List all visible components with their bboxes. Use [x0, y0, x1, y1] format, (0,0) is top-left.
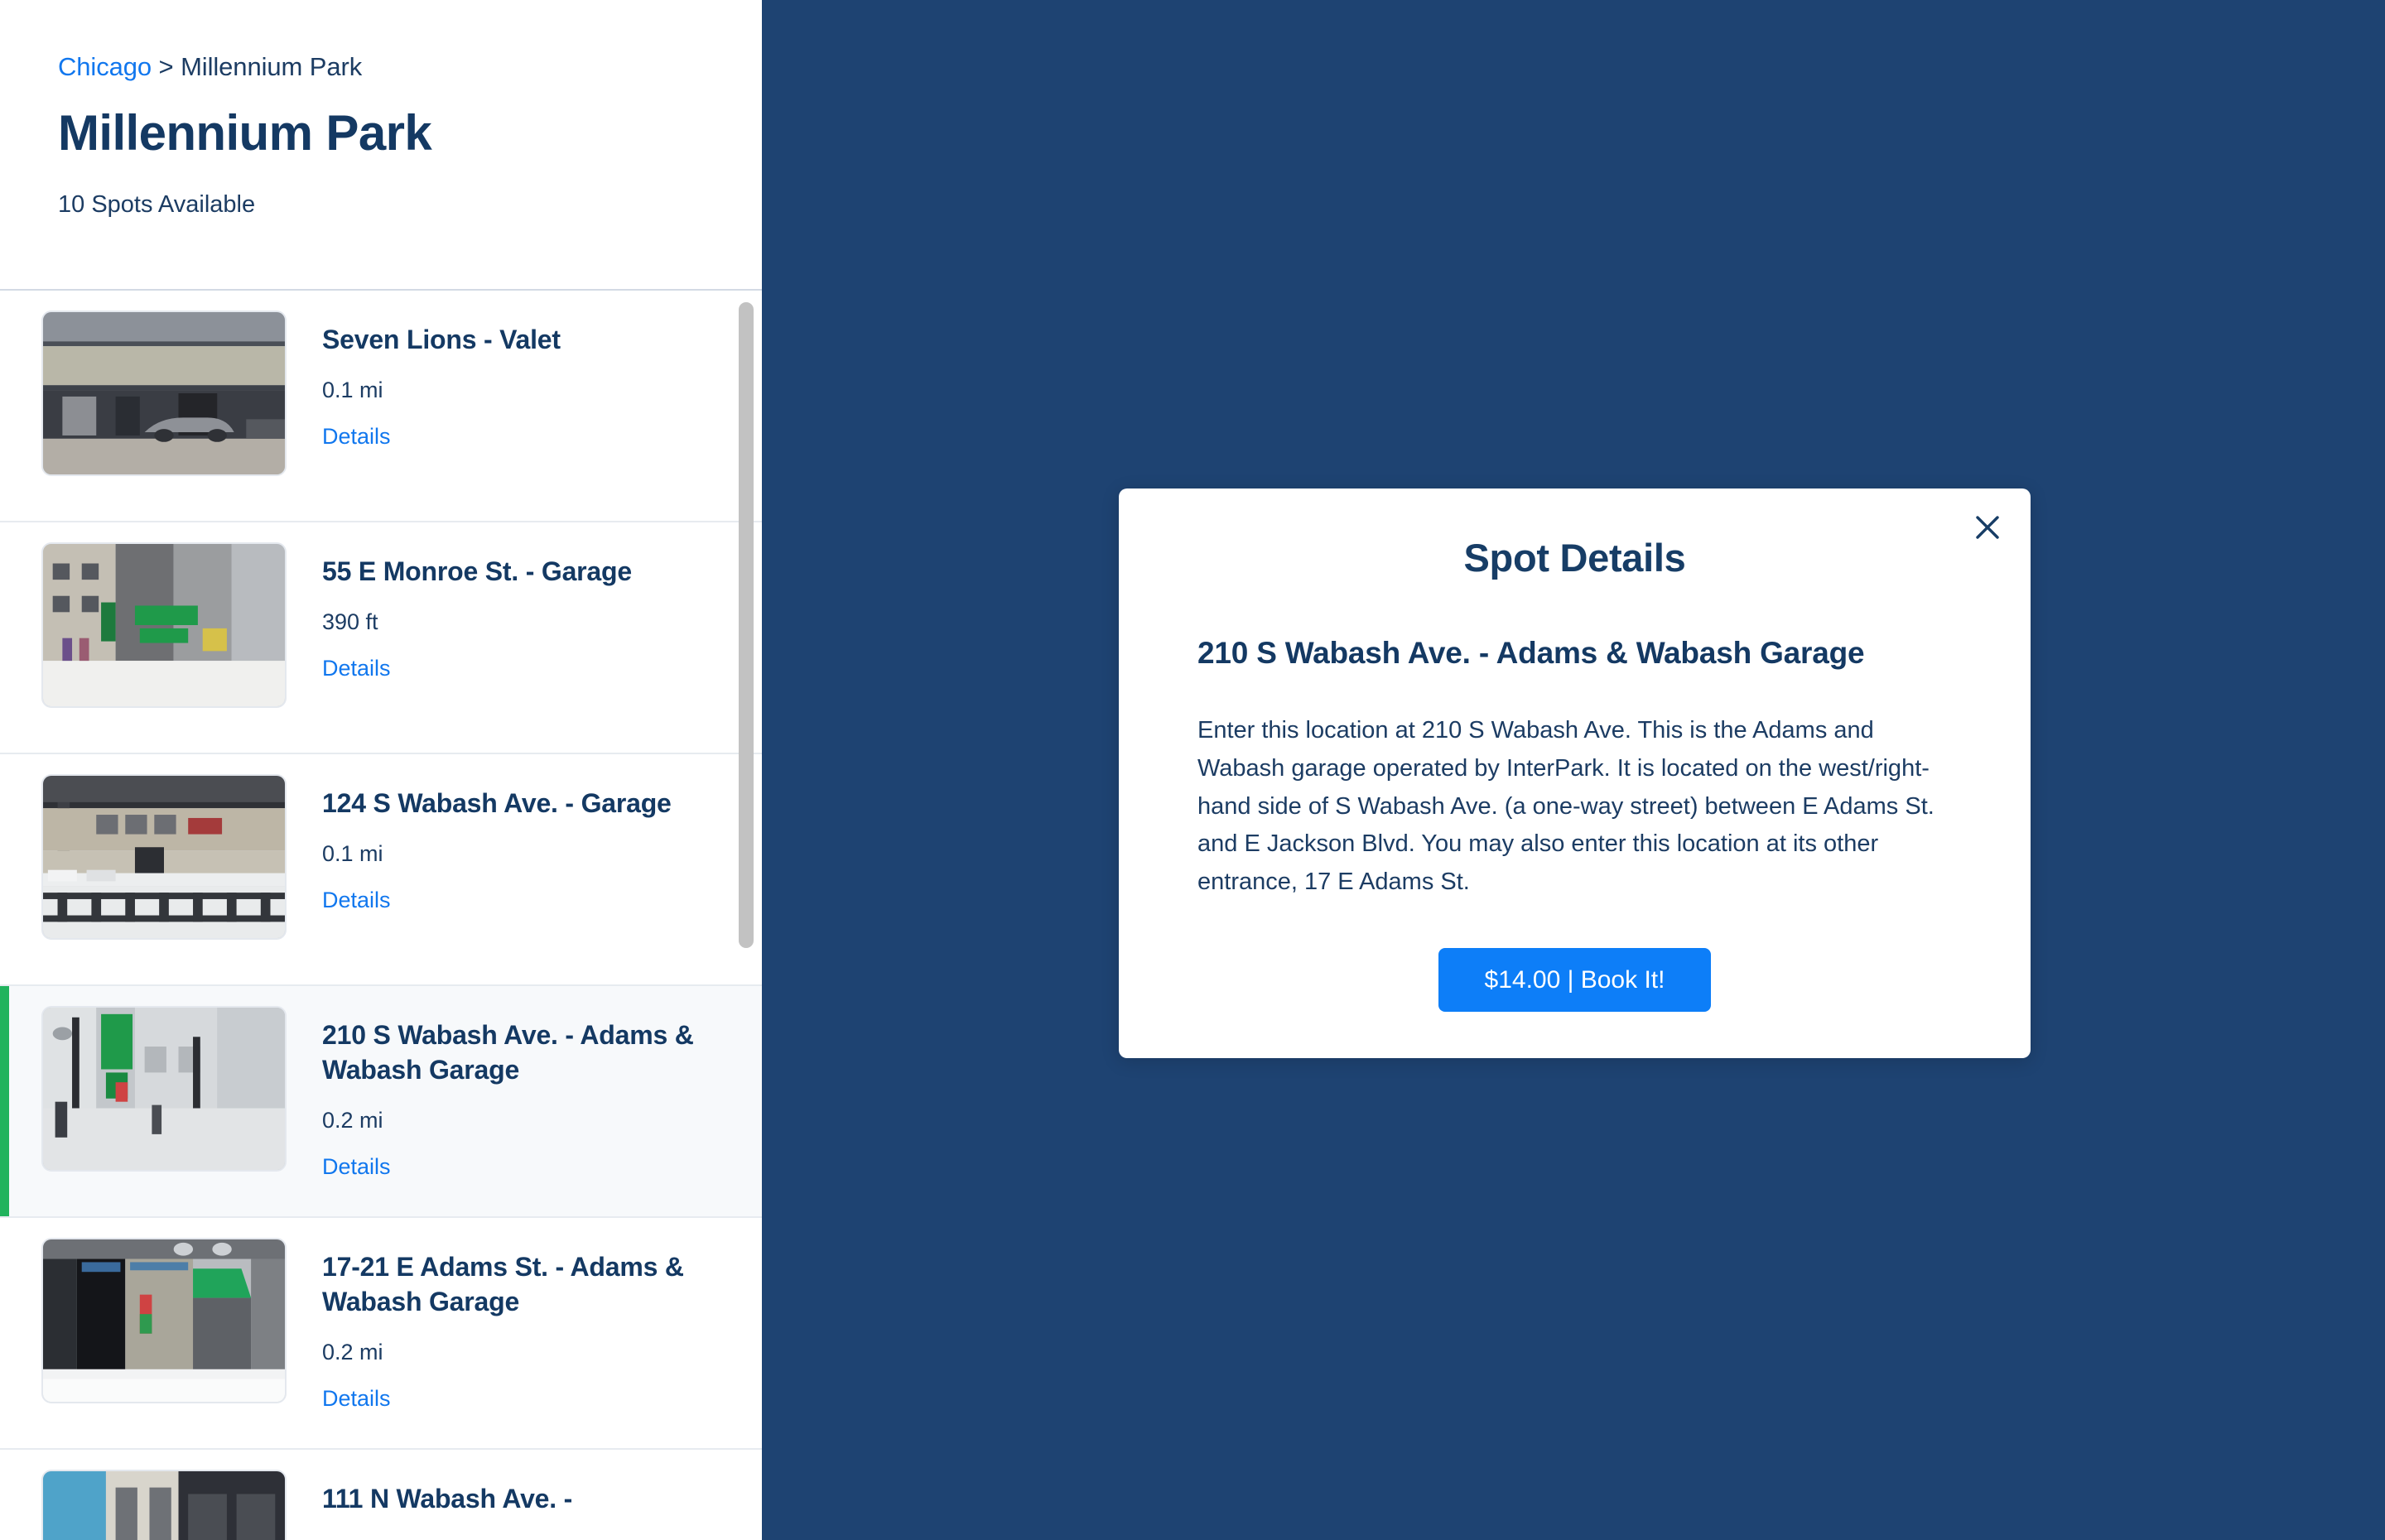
page-title: Millennium Park: [58, 105, 432, 161]
spot-details-link[interactable]: Details: [322, 424, 561, 450]
spot-name: Seven Lions - Valet: [322, 325, 561, 354]
spot-name: 124 S Wabash Ave. - Garage: [322, 788, 672, 818]
breadcrumb-link-chicago[interactable]: Chicago: [58, 52, 152, 81]
spot-thumbnail-image: [41, 310, 287, 476]
map-panel[interactable]: Spot Details 210 S Wabash Ave. - Adams &…: [762, 0, 2385, 1540]
spot-details-link[interactable]: Details: [322, 1154, 736, 1180]
spot-details-modal: Spot Details 210 S Wabash Ave. - Adams &…: [1119, 488, 2031, 1059]
modal-description: Enter this location at 210 S Wabash Ave.…: [1197, 717, 1934, 896]
spot-list-container: Seven Lions - Valet 0.1 mi Details 55 E Mo…: [0, 291, 762, 1540]
spot-thumbnail-image: [41, 774, 287, 940]
breadcrumb-separator: >: [152, 52, 181, 81]
spot-list-scrollbar-track[interactable]: [739, 291, 754, 1540]
spot-details-link[interactable]: Details: [322, 1386, 736, 1412]
spot-thumbnail-image: [41, 1470, 287, 1540]
spot-name: 111 N Wabash Ave. -: [322, 1484, 573, 1514]
spot-list-item[interactable]: 124 S Wabash Ave. - Garage 0.1 mi Details: [0, 754, 762, 986]
spots-available-count: 10 Spots Available: [58, 191, 256, 219]
spot-distance: 0.2 mi: [322, 1340, 383, 1365]
spot-list[interactable]: Seven Lions - Valet 0.1 mi Details 55 E Mo…: [0, 291, 762, 1540]
book-it-button[interactable]: $14.00 | Book It!: [1438, 948, 1712, 1013]
spot-info: 210 S Wabash Ave. - Adams & Wabash Garag…: [322, 1006, 736, 1180]
spot-info: 111 N Wabash Ave. -: [322, 1470, 572, 1537]
spot-list-item[interactable]: Seven Lions - Valet 0.1 mi Details: [0, 291, 762, 522]
spot-list-scrollbar-thumb[interactable]: [739, 302, 754, 948]
spot-list-item[interactable]: 55 E Monroe St. - Garage 390 ft Details: [0, 522, 762, 754]
spot-thumbnail-image: [41, 1006, 287, 1172]
spot-name: 55 E Monroe St. - Garage: [322, 556, 632, 586]
spot-details-link[interactable]: Details: [322, 656, 632, 681]
spot-info: 55 E Monroe St. - Garage 390 ft Details: [322, 542, 632, 681]
app-root: Chicago > Millennium Park Millennium Par…: [0, 0, 2385, 1540]
spot-list-item[interactable]: 111 N Wabash Ave. -: [0, 1450, 762, 1540]
spot-list-panel: Chicago > Millennium Park Millennium Par…: [0, 0, 762, 1540]
modal-spot-name: 210 S Wabash Ave. - Adams & Wabash Garag…: [1197, 636, 1865, 670]
spot-distance: 0.1 mi: [322, 378, 383, 403]
spot-distance: 0.2 mi: [322, 1108, 383, 1133]
spot-info: Seven Lions - Valet 0.1 mi Details: [322, 310, 561, 450]
spot-name: 17-21 E Adams St. - Adams & Wabash Garag…: [322, 1252, 684, 1317]
spot-thumbnail-image: [41, 1238, 287, 1403]
modal-body: 210 S Wabash Ave. - Adams & Wabash Garag…: [1119, 580, 2031, 1013]
spot-distance: 390 ft: [322, 609, 378, 635]
spot-info: 124 S Wabash Ave. - Garage 0.1 mi Details: [322, 774, 672, 913]
spot-info: 17-21 E Adams St. - Adams & Wabash Garag…: [322, 1238, 736, 1412]
spot-thumbnail-image: [41, 542, 287, 708]
spot-name: 210 S Wabash Ave. - Adams & Wabash Garag…: [322, 1020, 694, 1085]
spot-list-item[interactable]: 210 S Wabash Ave. - Adams & Wabash Garag…: [0, 986, 762, 1218]
panel-header: Chicago > Millennium Park Millennium Par…: [0, 0, 762, 289]
close-icon[interactable]: [1968, 508, 2007, 547]
spot-distance: 0.1 mi: [322, 841, 383, 867]
spot-list-item[interactable]: 17-21 E Adams St. - Adams & Wabash Garag…: [0, 1218, 762, 1450]
breadcrumb-current: Millennium Park: [181, 52, 363, 81]
modal-actions: $14.00 | Book It!: [1197, 948, 1952, 1013]
modal-title: Spot Details: [1463, 536, 1686, 580]
spot-details-link[interactable]: Details: [322, 888, 672, 913]
breadcrumb: Chicago > Millennium Park: [58, 51, 762, 82]
